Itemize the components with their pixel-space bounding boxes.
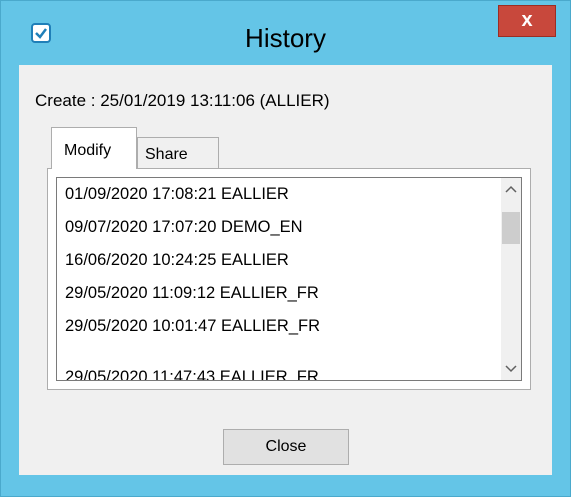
tab-share[interactable]: Share xyxy=(137,137,219,169)
scroll-down-button[interactable] xyxy=(501,358,521,380)
scroll-up-button[interactable] xyxy=(501,178,521,200)
modification-history-list[interactable]: 01/09/2020 17:08:21 EALLIER 09/07/2020 1… xyxy=(56,177,522,381)
window-title: History xyxy=(245,23,326,53)
list-item[interactable]: 09/07/2020 17:07:20 DEMO_EN xyxy=(65,211,303,244)
dialog-body: Create : 25/01/2019 13:11:06 (ALLIER) Mo… xyxy=(19,65,552,475)
list-item[interactable]: 29/05/2020 10:01:47 EALLIER_FR xyxy=(65,310,320,343)
scroll-thumb[interactable] xyxy=(502,212,520,244)
modify-tab-panel: 01/09/2020 17:08:21 EALLIER 09/07/2020 1… xyxy=(47,168,531,390)
vertical-scrollbar[interactable] xyxy=(501,178,521,380)
create-info: Create : 25/01/2019 13:11:06 (ALLIER) xyxy=(35,91,330,110)
window-close-button[interactable]: x xyxy=(498,5,556,37)
chevron-down-icon xyxy=(505,365,517,373)
close-icon: x xyxy=(521,9,533,31)
chevron-up-icon xyxy=(505,185,517,193)
list-item[interactable]: 29/05/2020 11:09:12 EALLIER_FR xyxy=(65,277,319,310)
list-item[interactable]: 16/06/2020 10:24:25 EALLIER xyxy=(65,244,289,277)
title-bar[interactable]: History x xyxy=(1,1,570,65)
tab-share-label: Share xyxy=(145,146,188,163)
list-items: 01/09/2020 17:08:21 EALLIER 09/07/2020 1… xyxy=(57,178,501,380)
list-item[interactable]: 29/05/2020 11:47:43 EALLIER_FR xyxy=(65,361,319,380)
list-item[interactable]: 01/09/2020 17:08:21 EALLIER xyxy=(65,178,289,211)
history-window: History x Create : 25/01/2019 13:11:06 (… xyxy=(0,0,571,497)
close-button[interactable]: Close xyxy=(223,429,349,465)
tab-modify-label: Modify xyxy=(64,142,112,159)
tab-modify[interactable]: Modify xyxy=(51,127,137,169)
